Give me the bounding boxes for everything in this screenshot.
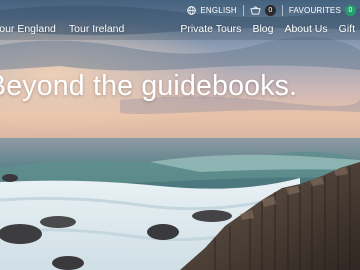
nav-private-tours[interactable]: Private Tours [180, 23, 241, 35]
nav-about-us[interactable]: About Us [284, 23, 327, 35]
cart-count-badge: 0 [264, 4, 276, 16]
language-selector[interactable]: ENGLISH [187, 6, 237, 15]
favourites-count-badge: 0 [345, 4, 356, 16]
divider [242, 4, 244, 16]
favourites-label: FAVOURITES [288, 5, 341, 15]
secondary-nav: Private Tours Blog About Us Gift [180, 23, 355, 35]
nav-tour-england[interactable]: Tour England [0, 23, 56, 35]
hero-background-photo [0, 0, 360, 270]
favourites-button[interactable]: FAVOURITES 0 [288, 4, 356, 16]
nav-tour-ireland[interactable]: Tour Ireland [69, 23, 124, 35]
nav-gift[interactable]: Gift [339, 23, 355, 35]
nav-blog[interactable]: Blog [252, 23, 273, 35]
basket-icon [250, 5, 261, 15]
utility-bar: ENGLISH 0 FAVOURITES 0 [187, 3, 356, 17]
globe-icon [187, 5, 197, 15]
cart-button[interactable]: 0 [250, 4, 276, 16]
hero-headline: Beyond the guidebooks. [0, 70, 298, 102]
language-label: ENGLISH [200, 5, 237, 15]
primary-nav: Tour England Tour Ireland [0, 23, 124, 35]
divider [281, 4, 283, 16]
